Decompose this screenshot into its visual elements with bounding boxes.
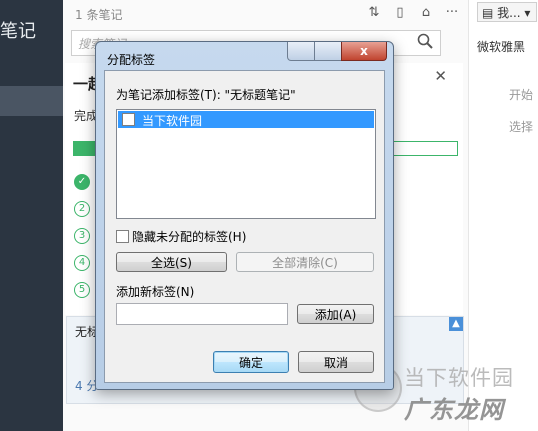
sort-icon[interactable]: ⇅ [366,4,382,20]
cancel-button[interactable]: 取消 [298,351,374,373]
ok-button[interactable]: 确定 [213,351,289,373]
sidebar-title: 笔记 [0,21,36,42]
notebook-label: 我... [497,6,521,20]
tag-icon[interactable]: ⌂ [418,4,434,20]
tag-checkbox[interactable] [122,113,135,126]
tag-list[interactable]: 当下软件园 [116,109,376,219]
sidebar-selected-item[interactable] [0,86,63,116]
dialog-body: 为笔记添加标签(T): "无标题笔记" 当下软件园 隐藏未分配的标签(H) 全选… [104,70,385,383]
sidebar: 笔记 [0,0,63,431]
view-icon[interactable]: ▯ [392,4,408,20]
assign-tags-dialog: 分配标签 x 为笔记添加标签(T): "无标题笔记" 当下软件园 隐藏未分配的标… [95,41,394,390]
editor-hint-1: 开始 [509,88,534,102]
notebook-selector[interactable]: ▤ 我... ▾ [477,2,537,22]
editor-hint-2: 选择 [509,120,534,134]
step-2[interactable]: 2 [74,201,90,217]
search-icon[interactable] [416,32,434,50]
new-tag-label: 添加新标签(N) [116,285,195,299]
close-button[interactable]: x [341,42,387,61]
clear-all-button[interactable]: 全部清除(C) [236,252,374,272]
watermark-line-2: 广东龙网 [404,396,504,424]
note-count: 1 条笔记 [75,8,123,22]
watermark-line-1: 当下软件园 [404,366,514,390]
hide-unassigned-checkbox[interactable] [116,230,129,243]
new-tag-input[interactable] [116,303,288,325]
step-3[interactable]: 3 [74,228,90,244]
tag-label: 当下软件园 [142,114,203,128]
font-selector[interactable]: 微软雅黑 [477,38,525,55]
tag-prompt-label: 为笔记添加标签(T): "无标题笔记" [116,88,296,102]
step-5[interactable]: 5 [74,282,90,298]
list-toolbar: ⇅ ▯ ⌂ ··· [366,4,460,20]
dialog-title: 分配标签 [107,53,156,67]
notebook-icon: ▤ [482,6,498,20]
minimize-button[interactable] [287,42,315,61]
step-1-check-icon[interactable]: ✓ [74,174,90,190]
step-4[interactable]: 4 [74,255,90,271]
select-all-button[interactable]: 全选(S) [116,252,227,272]
onboarding-close-icon[interactable]: ✕ [434,67,447,85]
add-tag-button[interactable]: 添加(A) [297,304,374,324]
more-icon[interactable]: ··· [444,4,460,20]
hide-unassigned-label: 隐藏未分配的标签(H) [132,230,247,244]
tag-list-item[interactable]: 当下软件园 [118,111,374,128]
maximize-button[interactable] [314,42,342,61]
pin-icon[interactable]: ▲ [449,317,463,331]
